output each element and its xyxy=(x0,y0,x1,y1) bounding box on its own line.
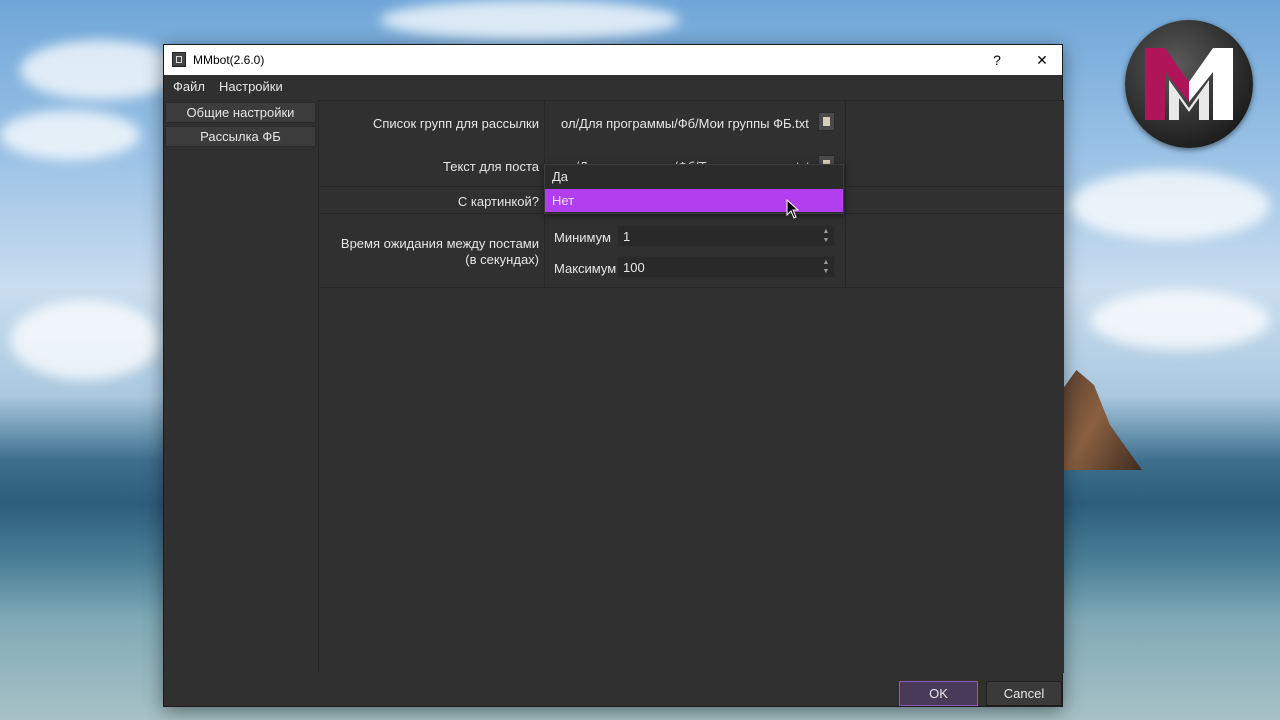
cancel-button[interactable]: Cancel xyxy=(986,681,1062,706)
sidebar-item-fb-mailing[interactable]: Рассылка ФБ xyxy=(165,126,316,147)
sidebar-item-general-settings[interactable]: Общие настройки xyxy=(165,102,316,123)
app-icon xyxy=(172,52,186,67)
spin-arrows-icon[interactable]: ▲ ▼ xyxy=(820,227,832,245)
close-icon[interactable]: ✕ xyxy=(1019,45,1065,75)
min-spinbox[interactable]: 1 ▲ ▼ xyxy=(617,225,835,247)
menu-file[interactable]: Файл xyxy=(173,79,205,94)
max-spinbox[interactable]: 100 ▲ ▼ xyxy=(617,256,835,278)
groups-list-label: Список групп для рассылки xyxy=(372,116,539,131)
column-divider xyxy=(845,101,846,288)
groups-list-browse-icon[interactable] xyxy=(818,112,835,131)
wait-time-label: Время ожидания между постами (в секундах… xyxy=(340,236,539,267)
post-text-label: Текст для поста xyxy=(443,159,539,174)
window-title: MMbot(2.6.0) xyxy=(193,53,265,67)
min-label: Минимум xyxy=(554,230,611,245)
row-divider xyxy=(320,287,1063,288)
ok-button[interactable]: OK xyxy=(899,681,978,706)
menu-bar: Файл Настройки xyxy=(164,75,1062,98)
sidebar: Общие настройки Рассылка ФБ xyxy=(164,100,317,660)
mmbot-logo-icon xyxy=(1125,20,1253,148)
spin-arrows-icon[interactable]: ▲ ▼ xyxy=(820,258,832,276)
menu-settings[interactable]: Настройки xyxy=(219,79,283,94)
groups-list-path-field[interactable]: ол/Для программы/Фб/Мои группы ФБ.txt xyxy=(561,116,813,131)
max-value: 100 xyxy=(623,260,645,275)
max-label: Максимум xyxy=(554,261,617,276)
rock-formation xyxy=(1062,370,1142,470)
main-window: MMbot(2.6.0) ? ✕ Файл Настройки Общие на… xyxy=(163,44,1064,707)
with-image-label: С картинкой? xyxy=(457,194,539,209)
dropdown-option-yes[interactable]: Да xyxy=(545,165,843,188)
min-value: 1 xyxy=(623,229,631,244)
help-button[interactable]: ? xyxy=(974,45,1020,75)
title-bar: MMbot(2.6.0) ? ✕ xyxy=(164,45,1062,75)
